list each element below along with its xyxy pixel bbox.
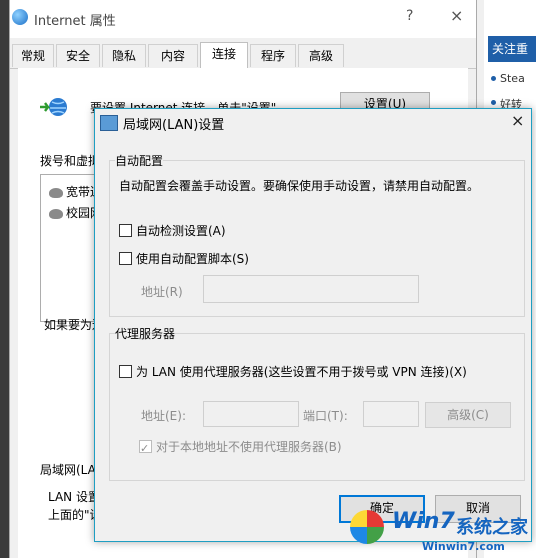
proxy-address-label: 地址(E):: [141, 409, 186, 423]
background-right-header[interactable]: 关注重: [488, 36, 536, 62]
dialog-title-bar: 局域网(LAN)设置 ×: [95, 109, 531, 135]
proxy-address-input[interactable]: [203, 401, 299, 427]
proxy-port-input[interactable]: [363, 401, 419, 427]
window-title: Internet 属性: [34, 14, 116, 29]
tab-privacy[interactable]: 隐私: [102, 44, 146, 67]
tab-connections[interactable]: 连接: [200, 42, 248, 68]
tab-security[interactable]: 安全: [56, 44, 100, 67]
bypass-local-checkbox[interactable]: ✓: [139, 440, 152, 455]
watermark-brand: Win7: [392, 509, 455, 534]
close-button[interactable]: ×: [450, 6, 463, 25]
tab-content[interactable]: 内容: [148, 44, 198, 67]
auto-config-description: 自动配置会覆盖手动设置。要确保使用手动设置，请禁用自动配置。: [119, 179, 480, 193]
dialog-title: 局域网(LAN)设置: [123, 118, 225, 133]
background-right-item[interactable]: Stea: [491, 72, 525, 85]
auto-config-label: 自动配置: [115, 152, 164, 169]
use-proxy-label[interactable]: 为 LAN 使用代理服务器(这些设置不用于拨号或 VPN 连接)(X): [136, 363, 467, 380]
help-button[interactable]: ?: [406, 8, 413, 24]
watermark-brand-suffix: 系统之家: [456, 517, 528, 538]
auto-script-label[interactable]: 使用自动配置脚本(S): [136, 250, 249, 267]
auto-script-checkbox[interactable]: [119, 252, 132, 265]
bypass-local-label[interactable]: 对于本地地址不使用代理服务器(B): [156, 438, 342, 455]
tab-bar: 常规 安全 隐私 内容 连接 程序 高级: [10, 42, 476, 69]
script-address-label: 地址(R): [141, 285, 183, 299]
connection-icon: [49, 187, 63, 198]
tab-programs[interactable]: 程序: [250, 44, 296, 67]
tab-advanced[interactable]: 高级: [298, 44, 344, 67]
title-bar: Internet 属性 ? ×: [10, 0, 476, 38]
use-proxy-checkbox[interactable]: [119, 365, 132, 378]
lan-settings-dialog: 局域网(LAN)设置 × 自动配置 自动配置会覆盖手动设置。要确保使用手动设置，…: [94, 108, 532, 542]
script-address-input[interactable]: [203, 275, 419, 303]
connection-icon: [49, 208, 63, 219]
internet-globe-icon: [12, 9, 28, 25]
watermark-url: Winwin7.com: [422, 540, 505, 553]
network-globe-icon: [40, 98, 67, 116]
background-left-strip: [0, 0, 9, 558]
advanced-button[interactable]: 高级(C): [425, 402, 511, 428]
close-icon[interactable]: ×: [511, 111, 524, 130]
site-watermark: Win7 系统之家 Winwin7.com: [344, 506, 536, 558]
proxy-port-label: 端口(T):: [303, 409, 348, 423]
proxy-server-label: 代理服务器: [115, 325, 176, 342]
network-settings-icon: [100, 115, 118, 131]
windows-logo-icon: [350, 510, 384, 544]
auto-detect-label[interactable]: 自动检测设置(A): [136, 222, 226, 239]
checkmark-icon: ✓: [140, 442, 150, 455]
tab-general[interactable]: 常规: [12, 44, 54, 67]
auto-detect-checkbox[interactable]: [119, 224, 132, 237]
